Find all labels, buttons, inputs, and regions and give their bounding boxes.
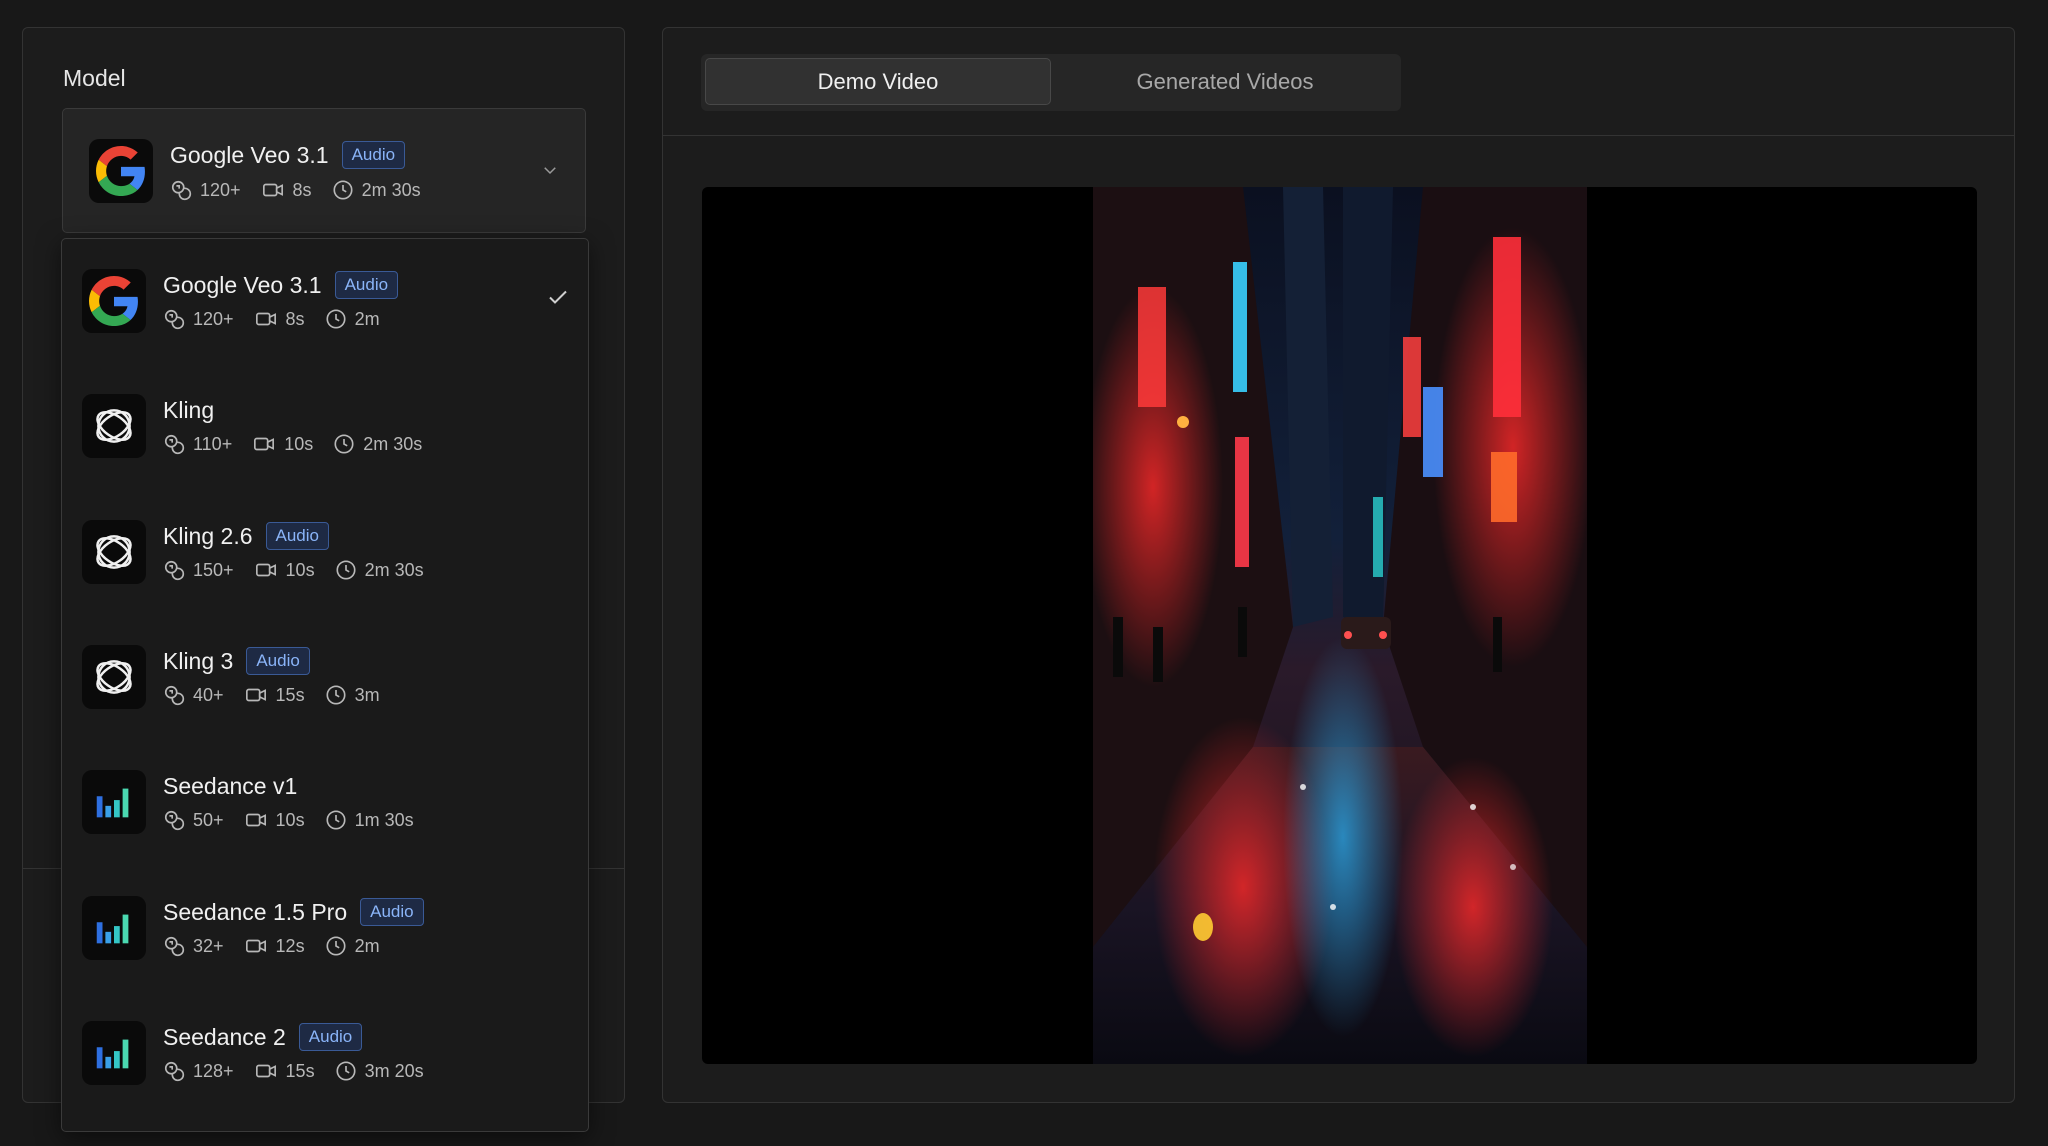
clock-icon (334, 434, 354, 454)
video-camera-icon (254, 437, 275, 451)
tab-demo-video[interactable]: Demo Video (705, 58, 1051, 105)
option-count: 128+ (193, 1060, 234, 1081)
option-time: 2m 30s (363, 433, 423, 454)
model-option[interactable]: Seedance v1 50+ 10s 1m 30s (62, 740, 588, 865)
clock-icon (333, 180, 353, 200)
model-option[interactable]: Seedance 1.5 Pro Audio 32+ 12s 2m (62, 866, 588, 991)
model-dropdown: Google Veo 3.1 Audio 120+ 8s 2m Kling 110+ 10s 2… (61, 238, 589, 1132)
option-duration: 15s (275, 684, 305, 705)
tab-generated-videos[interactable]: Generated Videos (1052, 58, 1398, 105)
model-select[interactable]: Google Veo 3.1 Audio 120+ 8s 2m 30s (62, 108, 586, 233)
option-time: 2m (354, 935, 380, 956)
model-option-name: Seedance 1.5 Pro (163, 898, 348, 925)
chevron-down-icon[interactable] (541, 161, 559, 184)
google-logo-icon (89, 139, 153, 203)
clock-icon (336, 1061, 356, 1081)
clock-icon (336, 560, 356, 580)
option-count: 110+ (193, 433, 233, 454)
video-camera-icon (245, 813, 266, 827)
option-time: 3m 20s (364, 1060, 424, 1081)
option-time: 2m 30s (364, 559, 424, 580)
audio-badge: Audio (334, 271, 399, 299)
option-duration: 10s (284, 433, 314, 454)
model-option-name: Seedance v1 (163, 772, 298, 799)
model-option[interactable]: Kling 3 Audio 40+ 15s 3m (62, 615, 588, 740)
video-frame (1093, 187, 1587, 1064)
model-option-name: Kling 2.6 (163, 522, 253, 549)
model-option-name: Kling 3 (163, 647, 234, 674)
coins-icon (164, 560, 185, 581)
google-logo-icon (82, 269, 146, 333)
seedance-logo-icon (82, 1021, 146, 1085)
video-camera-icon (245, 688, 266, 702)
option-duration: 10s (285, 559, 315, 580)
video-camera-icon (255, 1064, 276, 1078)
audio-badge: Audio (341, 141, 406, 169)
demo-video-player[interactable] (702, 187, 1977, 1064)
video-camera-icon (245, 939, 266, 953)
selected-duration: 8s (292, 179, 312, 200)
option-count: 50+ (193, 809, 224, 830)
option-count: 32+ (193, 935, 224, 956)
option-duration: 12s (275, 935, 305, 956)
model-option-name: Seedance 2 (163, 1023, 286, 1050)
audio-badge: Audio (298, 1023, 363, 1051)
audio-badge: Audio (246, 647, 310, 675)
coins-icon (164, 1061, 185, 1082)
header-divider (663, 135, 2014, 136)
kling-logo-icon (82, 645, 146, 709)
video-camera-icon (262, 183, 283, 197)
clock-icon (326, 936, 346, 956)
model-option[interactable]: Kling 110+ 10s 2m 30s (62, 364, 588, 489)
seedance-logo-icon (82, 896, 146, 960)
video-camera-icon (255, 312, 276, 326)
video-camera-icon (255, 563, 276, 577)
option-time: 2m (354, 308, 380, 329)
option-duration: 8s (285, 308, 305, 329)
model-option[interactable]: Kling 2.6 Audio 150+ 10s 2m 30s (62, 490, 588, 615)
option-count: 150+ (193, 559, 234, 580)
coins-icon (164, 810, 185, 831)
audio-badge: Audio (265, 522, 329, 550)
audio-badge: Audio (360, 898, 424, 926)
selected-time: 2m 30s (361, 179, 421, 200)
coins-icon (164, 309, 185, 330)
video-tabs: Demo Video Generated Videos (701, 54, 1401, 111)
option-duration: 10s (275, 809, 305, 830)
checkmark-icon (546, 285, 570, 314)
selected-model-name: Google Veo 3.1 (170, 141, 329, 168)
option-time: 1m 30s (354, 809, 414, 830)
option-count: 40+ (193, 684, 224, 705)
model-option[interactable]: Google Veo 3.1 Audio 120+ 8s 2m (62, 239, 588, 364)
clock-icon (326, 685, 346, 705)
seedance-logo-icon (82, 770, 146, 834)
kling-logo-icon (82, 520, 146, 584)
coins-icon (171, 180, 192, 201)
kling-logo-icon (82, 394, 146, 458)
option-duration: 15s (285, 1060, 315, 1081)
video-panel: Demo Video Generated Videos (662, 27, 2015, 1103)
coins-icon (164, 434, 185, 455)
clock-icon (326, 810, 346, 830)
model-option-name: Kling (163, 396, 215, 423)
selected-count: 120+ (200, 179, 241, 200)
model-option[interactable]: Seedance 2 Audio 128+ 15s 3m 20s (62, 991, 588, 1116)
coins-icon (164, 685, 185, 706)
option-count: 120+ (193, 308, 234, 329)
clock-icon (326, 309, 346, 329)
model-option-name: Google Veo 3.1 (163, 271, 322, 298)
model-label: Model (63, 65, 126, 91)
coins-icon (164, 936, 185, 957)
option-time: 3m (354, 684, 380, 705)
